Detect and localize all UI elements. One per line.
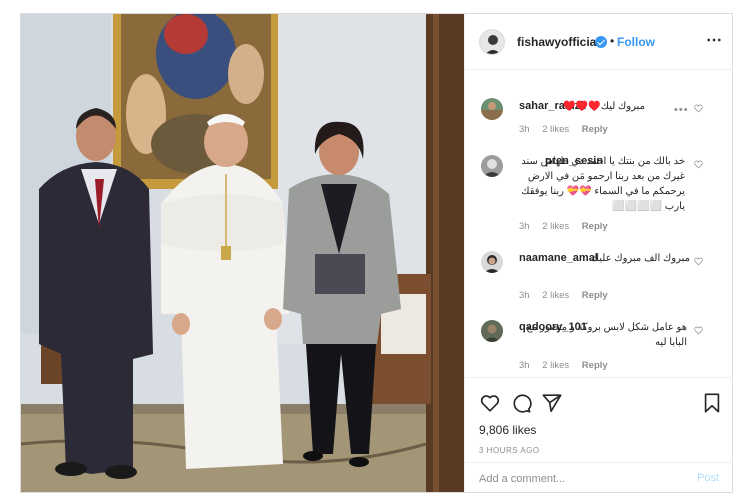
- more-options-icon[interactable]: ⋯: [706, 30, 723, 50]
- comment-like-icon[interactable]: [694, 104, 703, 113]
- follow-button[interactable]: Follow: [617, 35, 655, 49]
- bookmark-icon[interactable]: [701, 392, 723, 414]
- comment-like-icon[interactable]: [694, 326, 703, 335]
- comment-options-icon[interactable]: •••: [674, 104, 689, 116]
- heart-icon[interactable]: [479, 392, 501, 414]
- post-photo-illustration: [21, 14, 464, 492]
- post-timestamp: 3 HOURS AGO: [479, 446, 540, 455]
- comment-reply-button[interactable]: Reply: [582, 124, 608, 135]
- header-separator: •: [610, 34, 615, 48]
- add-comment-input[interactable]: [477, 470, 681, 488]
- commenter-avatar-image: [481, 98, 503, 120]
- share-icon[interactable]: [541, 392, 563, 414]
- post-photo[interactable]: [21, 14, 464, 492]
- comment-reply-button[interactable]: Reply: [582, 290, 608, 301]
- comment-likes[interactable]: 2 likes: [542, 360, 569, 371]
- commenter-avatar-image: [481, 320, 503, 342]
- comment-likes[interactable]: 2 likes: [542, 290, 569, 301]
- commenter-avatar[interactable]: [481, 98, 503, 120]
- post-header: fishawyofficial • Follow ⋯: [465, 14, 733, 70]
- verified-badge-icon: [595, 36, 607, 48]
- comment-time: 3h: [519, 124, 530, 135]
- comment-item: qadoory_101 هو عامل شكل لابس بروكة و متص…: [465, 313, 733, 377]
- post-side-panel: fishawyofficial • Follow ⋯ sahar_ramzii …: [464, 14, 733, 492]
- comment-meta: 3h 2 likes Reply: [519, 290, 618, 301]
- likes-count[interactable]: 9,806 likes: [479, 423, 536, 437]
- comment-likes[interactable]: 2 likes: [542, 124, 569, 135]
- comment-like-icon[interactable]: [694, 160, 703, 169]
- commenter-avatar[interactable]: [481, 320, 503, 342]
- author-avatar[interactable]: [479, 29, 505, 55]
- commenter-avatar[interactable]: [481, 251, 503, 273]
- comment-reply-button[interactable]: Reply: [582, 221, 608, 232]
- comment-time: 3h: [519, 360, 530, 371]
- comment-item: naamane_amal مبروك الف مبروك عليك 3h 2 l…: [465, 243, 733, 313]
- comment-like-icon[interactable]: [694, 257, 703, 266]
- add-comment-bar: Post: [465, 462, 733, 493]
- comment-text: مبروك ليك♥️♥️♥️: [563, 101, 645, 112]
- comment-text: هو عامل شكل لابس بروكة و متصور مع البابا…: [526, 322, 687, 348]
- comment-meta: 3h 2 likes Reply: [519, 360, 618, 371]
- comment-text: مبروك الف مبروك عليك: [590, 253, 690, 264]
- comment-item: pren_sesin خد بالك من بنتك يا احمد دي طه…: [465, 143, 733, 243]
- comments-list[interactable]: sahar_ramzii مبروك ليك♥️♥️♥️ ••• 3h 2 li…: [465, 71, 733, 377]
- comment-time: 3h: [519, 290, 530, 301]
- comment-item: sahar_ramzii مبروك ليك♥️♥️♥️ ••• 3h 2 li…: [465, 71, 733, 141]
- instagram-post-card: fishawyofficial • Follow ⋯ sahar_ramzii …: [20, 13, 733, 493]
- post-actions: 9,806 likes 3 HOURS AGO Post: [465, 377, 733, 494]
- author-avatar-image: [480, 30, 504, 54]
- comment-icon[interactable]: [510, 392, 532, 414]
- commenter-avatar[interactable]: [481, 155, 503, 177]
- comment-meta: 3h 2 likes Reply: [519, 124, 618, 135]
- commenter-avatar-image: [481, 155, 503, 177]
- comment-reply-button[interactable]: Reply: [582, 360, 608, 371]
- comment-text: خد بالك من بنتك يا احمد دي طهاش سند غيرك…: [521, 156, 685, 212]
- author-username[interactable]: fishawyofficial: [517, 35, 600, 49]
- post-comment-button[interactable]: Post: [697, 472, 719, 484]
- comment-likes[interactable]: 2 likes: [542, 221, 569, 232]
- comment-time: 3h: [519, 221, 530, 232]
- commenter-avatar-image: [481, 251, 503, 273]
- comment-meta: 3h 2 likes Reply: [519, 221, 618, 232]
